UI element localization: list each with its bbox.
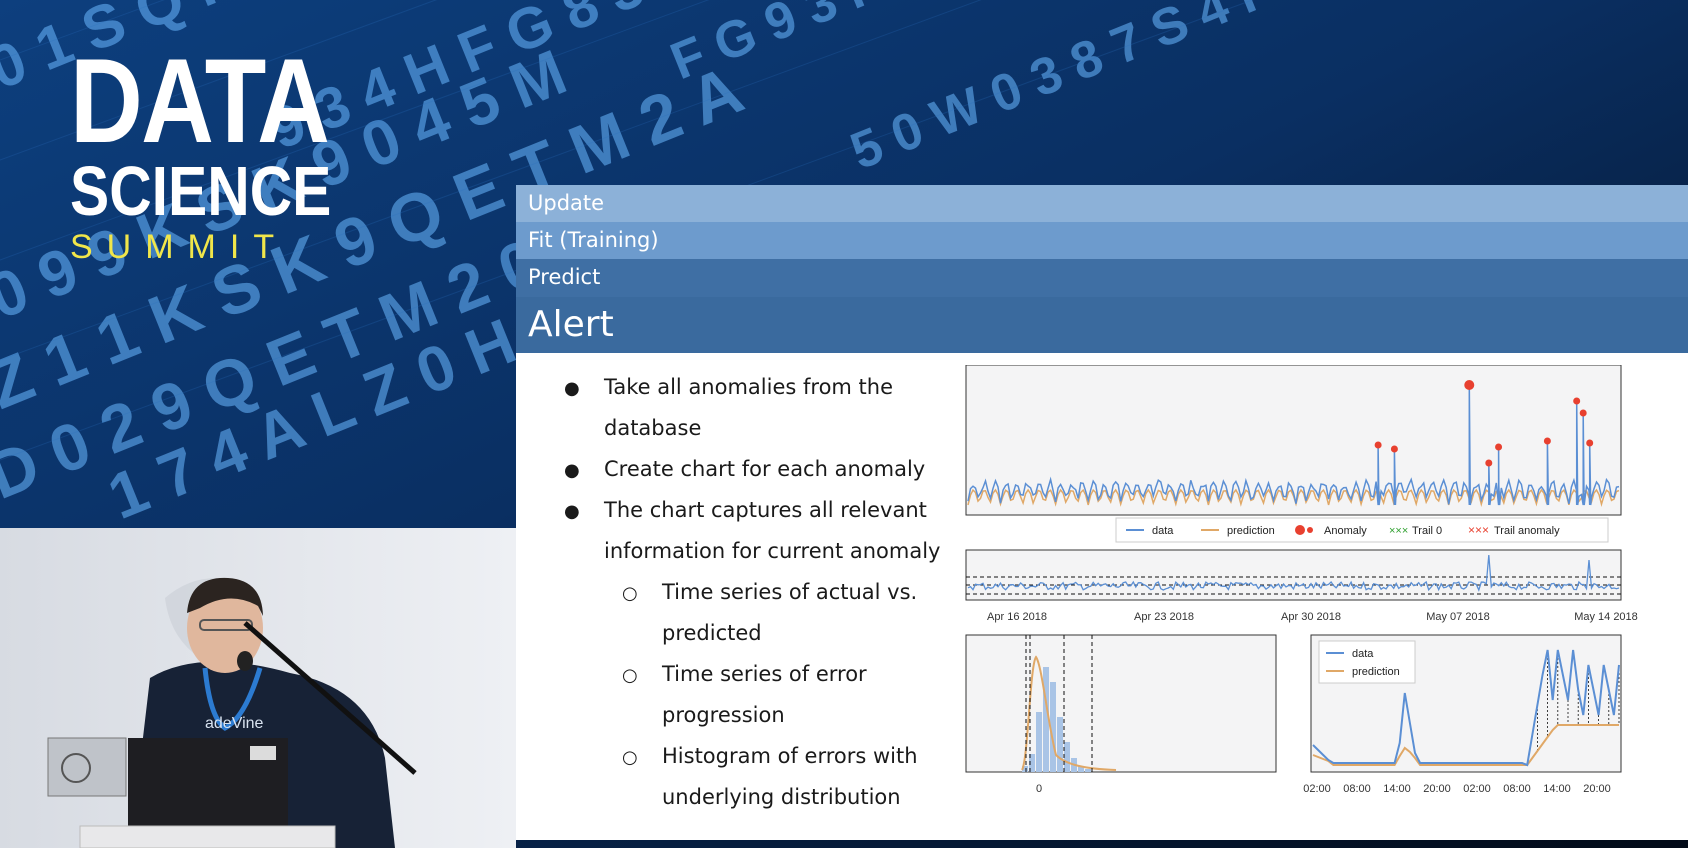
menu-row-fit: Fit (Training) bbox=[516, 222, 1688, 259]
bullet-text: database bbox=[604, 416, 702, 440]
actual-vs-predicted-chart: data prediction Anomaly ××× Trail 0 ××× … bbox=[965, 365, 1622, 543]
date-tick: Apr 16 2018 bbox=[987, 611, 1047, 623]
histogram-bar bbox=[1064, 742, 1070, 772]
zoom-tick: 20:00 bbox=[1583, 783, 1611, 795]
histogram-tick: 0 bbox=[1036, 783, 1042, 795]
zoom-tick: 02:00 bbox=[1303, 783, 1331, 795]
error-histogram-chart: 0 bbox=[965, 634, 1277, 795]
sub-bullet-text: Histogram of errors with bbox=[662, 744, 918, 768]
legend-trail-anomaly: Trail anomaly bbox=[1494, 525, 1560, 537]
sub-bullet-text: progression bbox=[662, 703, 785, 727]
bullet-text: The chart captures all relevant bbox=[604, 498, 927, 522]
date-tick: May 14 2018 bbox=[1574, 611, 1638, 623]
bullet-text: Take all anomalies from the bbox=[604, 375, 894, 399]
trail-marker-icon: ××× bbox=[1389, 525, 1408, 537]
date-tick: Apr 30 2018 bbox=[1281, 611, 1341, 623]
anomaly-point bbox=[1390, 445, 1398, 453]
histogram-bar bbox=[1057, 717, 1063, 772]
legend-trail: Trail 0 bbox=[1412, 525, 1442, 537]
speaker-video: adeVine bbox=[0, 528, 516, 848]
bullet-text: information for current anomaly bbox=[604, 539, 941, 563]
anomaly-point bbox=[1573, 397, 1581, 405]
anomaly-point bbox=[1464, 380, 1475, 390]
microphone-icon bbox=[237, 651, 253, 671]
date-tick: May 07 2018 bbox=[1426, 611, 1490, 623]
legend-anomaly: Anomaly bbox=[1324, 525, 1367, 537]
zoom-tick: 14:00 bbox=[1383, 783, 1411, 795]
zoom-tick: 20:00 bbox=[1423, 783, 1451, 795]
bullet-icon: ● bbox=[564, 501, 580, 522]
sub-bullet-icon: ○ bbox=[622, 665, 638, 686]
anomaly-point bbox=[1374, 441, 1382, 449]
top-legend: data prediction Anomaly ××× Trail 0 ××× … bbox=[1115, 517, 1609, 543]
legend-data: data bbox=[1152, 525, 1174, 537]
bullet-icon: ● bbox=[564, 378, 580, 399]
zoom-legend-prediction: prediction bbox=[1352, 666, 1400, 678]
histogram-bar bbox=[1085, 769, 1091, 772]
logo-line-science: SCIENCE bbox=[70, 152, 332, 230]
anomaly-point bbox=[1485, 459, 1493, 467]
menu-row-update: Update bbox=[516, 185, 1688, 222]
menu-row-predict: Predict bbox=[516, 259, 1688, 297]
sub-bullet-icon: ○ bbox=[622, 747, 638, 768]
zoom-tick: 08:00 bbox=[1343, 783, 1371, 795]
sub-bullet-text: predicted bbox=[662, 621, 762, 645]
anomaly-point bbox=[1495, 443, 1503, 451]
logo-line-data: DATA bbox=[70, 34, 330, 168]
zoom-tick: 08:00 bbox=[1503, 783, 1531, 795]
zoom-tick: 14:00 bbox=[1543, 783, 1571, 795]
event-logo: DATA SCIENCE SUMMIT bbox=[70, 34, 381, 267]
legend-prediction: prediction bbox=[1227, 525, 1275, 537]
sub-bullet-text: underlying distribution bbox=[662, 785, 901, 809]
trail-anomaly-marker-icon: ××× bbox=[1468, 523, 1489, 537]
presentation-slide: Update Fit (Training) Predict Alert ● Ta… bbox=[516, 185, 1688, 840]
zoom-legend-data: data bbox=[1352, 648, 1374, 660]
bullet-text: Create chart for each anomaly bbox=[604, 457, 926, 481]
sub-bullet-icon: ○ bbox=[622, 583, 638, 604]
bullet-icon: ● bbox=[564, 460, 580, 481]
zoomed-anomaly-chart: data prediction 02:00 08:00 14:00 20:00 … bbox=[1303, 634, 1622, 795]
laptop-sticker: adeVine bbox=[205, 715, 264, 732]
anomaly-point bbox=[1579, 409, 1587, 417]
bullet-list: ● Take all anomalies from the database ●… bbox=[516, 353, 976, 840]
error-progression-chart: Apr 16 2018 Apr 23 2018 Apr 30 2018 May … bbox=[965, 549, 1638, 623]
zoom-tick: 02:00 bbox=[1463, 783, 1491, 795]
anomaly-charts: data prediction Anomaly ××× Trail 0 ××× … bbox=[965, 365, 1638, 795]
anomaly-point bbox=[1543, 437, 1551, 445]
histogram-bar bbox=[1036, 712, 1042, 772]
slide-title-alert: Alert bbox=[516, 297, 1688, 353]
logo-line-summit: SUMMIT bbox=[70, 228, 289, 266]
anomaly-point bbox=[1586, 439, 1594, 447]
sub-bullet-text: Time series of error bbox=[662, 662, 867, 686]
date-tick: Apr 23 2018 bbox=[1134, 611, 1194, 623]
anomaly-marker-icon bbox=[1295, 525, 1305, 535]
sub-bullet-text: Time series of actual vs. bbox=[662, 580, 918, 604]
